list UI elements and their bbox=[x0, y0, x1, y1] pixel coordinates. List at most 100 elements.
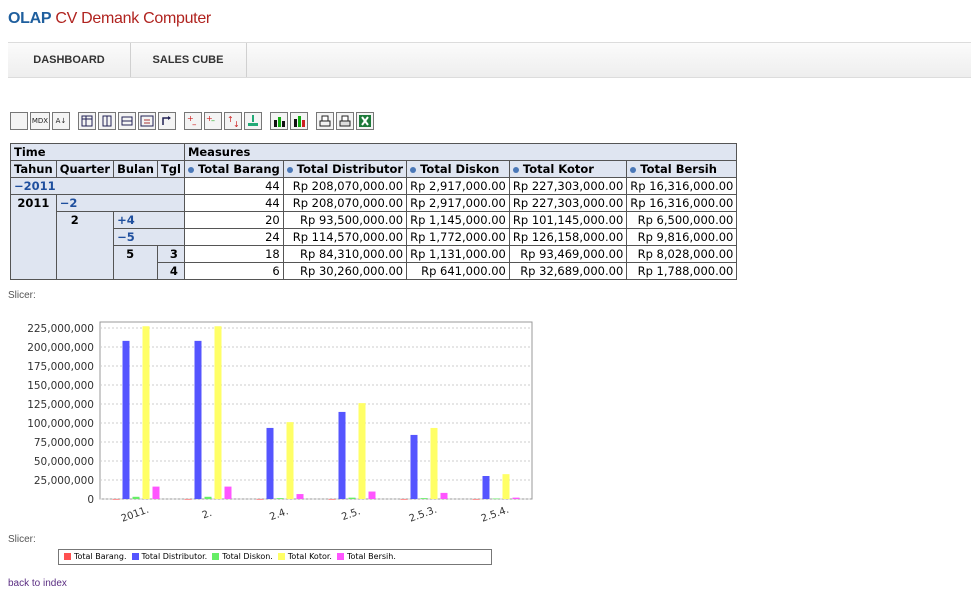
svg-text:–: – bbox=[192, 120, 197, 129]
bar-4-4 bbox=[440, 492, 448, 499]
bar-2-3 bbox=[348, 497, 356, 499]
cell-value: Rp 2,917,000.00 bbox=[406, 194, 510, 212]
legend-swatch bbox=[212, 553, 220, 560]
measure-header-distributor[interactable]: Total Distributor bbox=[282, 160, 408, 178]
legend-swatch bbox=[277, 553, 285, 560]
x-tick-label: 2011. bbox=[120, 505, 151, 525]
bar-1-3 bbox=[338, 411, 346, 499]
cell-value: Rp 1,131,000.00 bbox=[406, 245, 510, 263]
measure-header-barang[interactable]: Total Barang bbox=[183, 160, 284, 178]
table-row: 2011 −2 44 Rp 208,070,000.00 Rp 2,917,00… bbox=[10, 194, 738, 280]
bar-4-0 bbox=[152, 486, 160, 499]
legend-item: Total Kotor. bbox=[277, 552, 332, 561]
cell-value: Rp 227,303,000.00 bbox=[508, 194, 628, 212]
cell-value: Rp 93,500,000.00 bbox=[282, 211, 408, 229]
chart-grid bbox=[99, 321, 533, 500]
cell-value: Rp 641,000.00 bbox=[406, 262, 510, 280]
measure-header-bersih[interactable]: Total Bersih bbox=[626, 160, 738, 178]
x-tick-label: 2.5. bbox=[340, 506, 362, 523]
collapse-month-5[interactable]: −5 bbox=[113, 228, 185, 246]
table-row: 5 3 18 Rp 84,310,000.00 Rp 1,131,000.00 … bbox=[11, 245, 738, 280]
rows-icon[interactable] bbox=[118, 112, 136, 130]
bar-1-4 bbox=[410, 434, 418, 499]
tahun-header: Tahun bbox=[10, 160, 57, 178]
y-tick-label: 125,000,000 bbox=[27, 399, 94, 411]
chart-config-icon[interactable] bbox=[290, 112, 308, 130]
y-tick-label: 25,000,000 bbox=[34, 475, 94, 487]
bar-0-4 bbox=[400, 499, 408, 500]
sort-dot-icon bbox=[410, 166, 417, 173]
y-tick-label: 50,000,000 bbox=[34, 456, 94, 468]
cell-value: Rp 2,917,000.00 bbox=[406, 177, 510, 195]
chart-icon[interactable] bbox=[270, 112, 288, 130]
measure-header-kotor[interactable]: Total Kotor bbox=[508, 160, 628, 178]
x-tick-label: 2.4. bbox=[268, 506, 290, 523]
sort-icon[interactable]: A↓ bbox=[52, 112, 70, 130]
y-tick-label: 0 bbox=[87, 494, 94, 506]
legend-swatch bbox=[64, 553, 71, 560]
print-config-icon[interactable] bbox=[316, 112, 334, 130]
swap-axes-icon[interactable] bbox=[158, 112, 176, 130]
cell-value: 18 bbox=[183, 245, 284, 263]
y-axis: 0 25,000,000 50,000,000 75,000,000 100,000,0… bbox=[27, 323, 94, 506]
time-header: Time bbox=[10, 143, 185, 161]
drill-member-icon[interactable]: + – bbox=[184, 112, 202, 130]
drill-position-icon[interactable]: + – bbox=[204, 112, 222, 130]
bar-4-1 bbox=[224, 486, 232, 499]
bar-3-0 bbox=[142, 326, 150, 499]
bar-4-5 bbox=[512, 497, 520, 499]
quarter-2: 2 bbox=[55, 211, 115, 280]
month-5: 5 bbox=[113, 245, 158, 280]
collapse-quarter-2[interactable]: −2 bbox=[55, 194, 185, 212]
cell-value: Rp 6,500,000.00 bbox=[626, 211, 738, 229]
cube-icon[interactable] bbox=[10, 112, 28, 130]
cell-value: Rp 101,145,000.00 bbox=[508, 211, 628, 229]
measures-header: Measures bbox=[183, 143, 738, 161]
day-3: 3 bbox=[156, 245, 185, 263]
collapse-2011[interactable]: −2011 bbox=[10, 177, 185, 195]
bar-1-1 bbox=[194, 340, 202, 499]
cell-value: Rp 16,316,000.00 bbox=[626, 194, 738, 212]
pivot-icon[interactable] bbox=[78, 112, 96, 130]
back-to-index-link[interactable]: back to index bbox=[8, 578, 67, 589]
bar-1-0 bbox=[122, 340, 130, 499]
print-icon[interactable] bbox=[336, 112, 354, 130]
excel-icon[interactable] bbox=[356, 112, 374, 130]
columns-icon[interactable] bbox=[98, 112, 116, 130]
nav-tab-sales-cube[interactable]: SALES CUBE bbox=[130, 43, 247, 77]
y-tick-label: 225,000,000 bbox=[27, 323, 94, 335]
brand-company: CV Demank Computer bbox=[55, 10, 211, 27]
expand-month-4[interactable]: +4 bbox=[113, 211, 185, 229]
bar-0-3 bbox=[328, 499, 336, 500]
cell-value: 24 bbox=[183, 228, 284, 246]
table-row: −2011 44 Rp 208,070,000.00 Rp 2,917,000.… bbox=[10, 177, 738, 195]
cell-value: 44 bbox=[183, 194, 284, 212]
cell-value: Rp 30,260,000.00 bbox=[282, 262, 408, 280]
hide-spans-icon[interactable] bbox=[138, 112, 156, 130]
measure-header-diskon[interactable]: Total Diskon bbox=[406, 160, 510, 178]
year-2011: 2011 bbox=[10, 194, 57, 280]
bar-3-4 bbox=[430, 427, 438, 499]
pivot-table: Time Measures Tahun Quarter Bulan Tgl To… bbox=[10, 143, 738, 280]
x-tick-label: 2.5.4. bbox=[480, 505, 511, 525]
bar-3-3 bbox=[358, 403, 366, 499]
legend-swatch bbox=[336, 553, 344, 560]
drill-replace-icon[interactable]: ↑ ↓ bbox=[224, 112, 242, 130]
table-row: 2 +4 20 Rp 93,500,000.00 Rp 1,145,000.00… bbox=[11, 211, 738, 280]
legend-label: Total Barang. bbox=[74, 552, 127, 561]
cell-value: 20 bbox=[183, 211, 284, 229]
cell-value: Rp 84,310,000.00 bbox=[282, 245, 408, 263]
x-tick-label: 2. bbox=[201, 508, 214, 522]
svg-text:↓: ↓ bbox=[233, 120, 240, 129]
drill-through-icon[interactable] bbox=[244, 112, 262, 130]
app-logo: OLAP CV Demank Computer bbox=[8, 10, 211, 28]
bulan-header: Bulan bbox=[113, 160, 158, 178]
legend-item: Total Diskon. bbox=[212, 552, 273, 561]
nav-tab-dashboard[interactable]: DASHBOARD bbox=[8, 43, 131, 77]
y-tick-label: 175,000,000 bbox=[27, 361, 94, 373]
bar-3-5 bbox=[502, 474, 510, 499]
sort-dot-icon bbox=[187, 166, 194, 173]
legend-item: Total Distributor. bbox=[131, 552, 207, 561]
mdx-icon[interactable]: MDX bbox=[30, 112, 50, 130]
y-tick-label: 200,000,000 bbox=[27, 342, 94, 354]
